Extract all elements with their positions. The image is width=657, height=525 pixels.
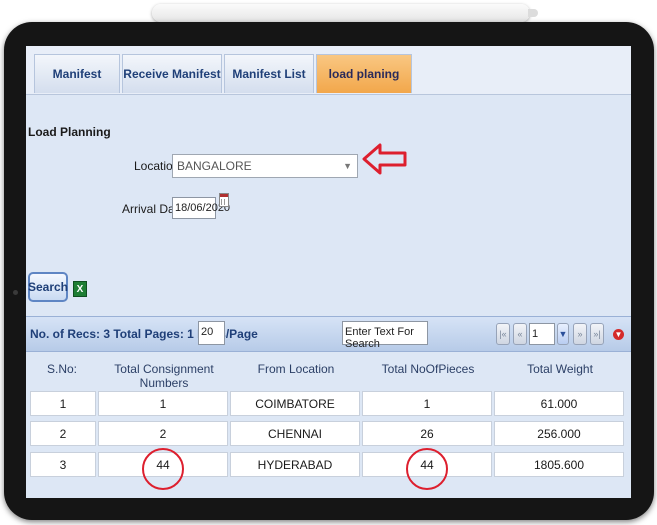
pager-bar: No. of Recs: 3 Total Pages: 1 Recs/Page … <box>26 316 631 352</box>
tab-receive-manifest[interactable]: Receive Manifest <box>122 54 222 93</box>
prev-page-icon[interactable]: « <box>513 323 527 345</box>
cell-weight: 1805.600 <box>494 452 624 477</box>
app-screen: Manifest Receive Manifest Manifest List … <box>26 46 631 498</box>
header-sno: S.No: <box>46 362 77 376</box>
chevron-down-icon: ▼ <box>343 161 352 171</box>
cell-consignments: 2 <box>98 421 228 446</box>
next-page-icon[interactable]: » <box>573 323 587 345</box>
header-consignments: Total Consignment Numbers <box>114 362 214 390</box>
excel-export-icon[interactable]: X <box>73 281 87 297</box>
page-title: Load Planning <box>28 125 111 139</box>
table-row[interactable]: 3 44 HYDERABAD 44 1805.600 <box>26 451 631 478</box>
calendar-icon[interactable] <box>219 193 229 207</box>
cell-weight: 61.000 <box>494 391 624 416</box>
cell-from-location: HYDERABAD <box>230 452 360 477</box>
location-select[interactable]: BANGALORE ▼ <box>172 154 358 178</box>
close-icon[interactable]: ▼ <box>613 329 624 340</box>
tab-manifest[interactable]: Manifest <box>34 54 120 93</box>
tab-manifest-list[interactable]: Manifest List <box>224 54 314 93</box>
location-value: BANGALORE <box>177 159 252 173</box>
cell-from-location: COIMBATORE <box>230 391 360 416</box>
tab-load-planing[interactable]: load planing <box>316 54 412 93</box>
table-header: S.No: Total Consignment Numbers From Loc… <box>26 356 631 390</box>
cell-sno: 2 <box>30 421 96 446</box>
table-row[interactable]: 2 2 CHENNAI 26 256.000 <box>26 420 631 447</box>
red-circle-annotation <box>406 448 448 490</box>
search-button[interactable]: Search <box>28 272 68 302</box>
last-page-icon[interactable]: »| <box>590 323 604 345</box>
camera-dot <box>13 290 18 295</box>
arrival-date-input[interactable]: 18/06/2020 <box>172 197 230 219</box>
page-number-input[interactable]: 1 <box>529 323 555 345</box>
page-dropdown-icon[interactable]: ▼ <box>557 323 569 345</box>
table-search-input[interactable]: Enter Text For Search <box>342 321 428 350</box>
first-page-icon[interactable]: |« <box>496 323 510 345</box>
cell-sno: 3 <box>30 452 96 477</box>
cell-pieces: 26 <box>362 421 492 446</box>
red-arrow-annotation-icon <box>362 143 407 175</box>
cell-consignments: 1 <box>98 391 228 416</box>
cell-from-location: CHENNAI <box>230 421 360 446</box>
table-row[interactable]: 1 1 COIMBATORE 1 61.000 <box>26 390 631 417</box>
header-weight: Total Weight <box>527 362 593 376</box>
red-circle-annotation <box>142 448 184 490</box>
cell-weight: 256.000 <box>494 421 624 446</box>
tab-bar: Manifest Receive Manifest Manifest List … <box>26 46 631 95</box>
header-from-location: From Location <box>257 362 335 376</box>
cell-sno: 1 <box>30 391 96 416</box>
cell-pieces: 1 <box>362 391 492 416</box>
header-pieces: Total NoOfPieces <box>381 362 475 376</box>
stylus-pencil <box>152 4 538 22</box>
recs-per-page-input[interactable]: 20 <box>198 321 225 345</box>
